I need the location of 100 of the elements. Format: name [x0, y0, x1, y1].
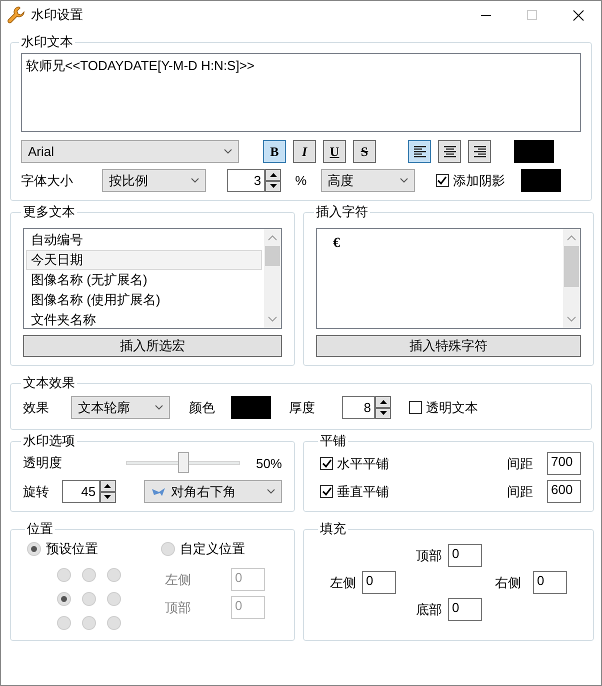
chevron-down-icon	[267, 489, 275, 494]
font-style-button[interactable]: S	[353, 140, 376, 163]
chevron-up-icon[interactable]	[268, 235, 277, 241]
field-label: 透明度	[23, 454, 63, 472]
radio-button[interactable]	[107, 568, 121, 582]
checkbox-label[interactable]: 水平平铺	[337, 454, 389, 472]
radio-button[interactable]	[57, 616, 71, 630]
radio-button[interactable]	[161, 542, 175, 556]
radio-button[interactable]	[107, 592, 121, 606]
insert-macro-button[interactable]: 插入所选宏	[23, 335, 282, 357]
spacing-field[interactable]: 700	[547, 452, 581, 475]
character-list[interactable]: €	[316, 228, 581, 329]
scrollbar-thumb[interactable]	[564, 246, 579, 287]
field-label: 左侧	[164, 570, 192, 588]
insert-character-button[interactable]: 插入特殊字符	[316, 335, 581, 357]
radio-label[interactable]: 预设位置	[46, 540, 98, 558]
scrollbar[interactable]	[563, 229, 580, 328]
caret-up-icon	[270, 172, 277, 177]
caret-down-icon	[380, 411, 386, 416]
rotation-field[interactable]: 45	[62, 480, 100, 503]
padding-field[interactable]: 0	[533, 571, 567, 594]
minimize-icon	[481, 14, 491, 16]
radio-label[interactable]: 自定义位置	[180, 540, 245, 558]
spin-up-button[interactable]	[265, 169, 282, 180]
checkbox-label[interactable]: 垂直平铺	[337, 482, 389, 500]
radio-button[interactable]	[27, 542, 41, 556]
caret-up-icon	[104, 484, 112, 488]
size-field[interactable]: 3	[227, 169, 266, 192]
chevron-down-icon	[224, 149, 232, 154]
scrollbar[interactable]	[264, 229, 281, 328]
group-title: 插入字符	[315, 203, 369, 221]
field-label: 顶部	[416, 546, 442, 564]
field-label: 厚度	[289, 398, 316, 416]
chevron-down-icon	[191, 178, 200, 183]
radio-button[interactable]	[107, 616, 121, 630]
group-title: 水印文本	[20, 33, 74, 51]
slider-thumb[interactable]	[178, 452, 189, 473]
align-button[interactable]	[438, 140, 461, 163]
padding-field[interactable]: 0	[362, 571, 396, 594]
color-swatch[interactable]	[514, 140, 554, 163]
checkbox-label[interactable]: 添加阴影	[452, 172, 505, 190]
checkmark-icon	[437, 176, 448, 185]
padding-field[interactable]: 0	[448, 598, 482, 621]
direction-dropdown[interactable]: 对角右下角	[144, 480, 282, 503]
spin-up-button[interactable]	[100, 480, 116, 492]
padding-field[interactable]: 0	[448, 544, 482, 567]
size-mode-dropdown[interactable]: 按比例	[102, 169, 206, 192]
radio-button[interactable]	[82, 592, 96, 606]
effect-dropdown[interactable]: 文本轮廓	[71, 396, 170, 419]
field-label: 间距	[507, 482, 533, 500]
radio-button[interactable]	[57, 592, 71, 606]
spacing-field[interactable]: 600	[547, 480, 581, 503]
align-button[interactable]	[468, 140, 491, 163]
spin-down-button[interactable]	[265, 180, 282, 192]
group-title: 文本效果	[22, 374, 76, 392]
group-title: 填充	[319, 520, 347, 538]
checkbox[interactable]	[320, 457, 333, 470]
list-item[interactable]: 自动编号	[26, 230, 262, 250]
spin-up-button[interactable]	[375, 396, 391, 408]
radio-button[interactable]	[57, 568, 71, 582]
opacity-reading: 50%	[256, 456, 282, 470]
color-swatch[interactable]	[520, 169, 561, 192]
font-style-button[interactable]: U	[323, 140, 346, 163]
opacity-slider[interactable]	[126, 452, 240, 474]
field-label: 效果	[23, 398, 50, 416]
unit-label: %	[295, 173, 307, 188]
font-dropdown[interactable]: Arial	[21, 140, 239, 163]
thickness-field[interactable]: 8	[342, 396, 375, 419]
font-style-button[interactable]: I	[293, 140, 316, 163]
radio-button[interactable]	[82, 616, 96, 630]
field-label: 间距	[507, 454, 533, 472]
spin-down-button[interactable]	[375, 408, 391, 419]
checkbox-label[interactable]: 透明文本	[426, 398, 478, 416]
checkbox[interactable]	[320, 485, 333, 498]
checkbox[interactable]	[409, 401, 422, 414]
chevron-up-icon[interactable]	[567, 235, 576, 241]
font-style-button[interactable]: B	[263, 140, 286, 163]
chevron-down-icon[interactable]	[567, 316, 576, 322]
field-label: 字体大小	[21, 172, 74, 190]
chevron-down-icon[interactable]	[268, 316, 277, 322]
chevron-down-icon	[400, 178, 408, 183]
align-right-icon	[472, 145, 488, 158]
list-item[interactable]: 图像名称 (使用扩展名)	[26, 290, 262, 310]
scrollbar-thumb[interactable]	[265, 246, 280, 266]
field-label: 左侧	[330, 574, 356, 592]
watermark-text-field[interactable]: 软师兄<<TODAYDATE[Y-M-D H:N:S]>>	[21, 53, 581, 132]
list-box[interactable]: 自动编号 今天日期 图像名称 (无扩展名) 图像名称 (使用扩展名) 文件夹名称	[23, 228, 282, 329]
caret-down-icon	[270, 184, 277, 188]
list-item[interactable]: 今天日期	[26, 250, 262, 270]
chevron-down-icon	[155, 405, 163, 410]
character-item[interactable]: €	[319, 230, 561, 252]
radio-button[interactable]	[82, 568, 96, 582]
list-item[interactable]: 文件夹名称	[26, 310, 262, 330]
list-item[interactable]: 图像名称 (无扩展名)	[26, 270, 262, 290]
field-label: 底部	[416, 600, 442, 618]
field-label: 旋转	[23, 482, 50, 500]
checkbox[interactable]	[436, 174, 449, 187]
color-swatch[interactable]	[231, 396, 271, 419]
size-basis-dropdown[interactable]: 高度	[320, 169, 415, 192]
align-button[interactable]	[408, 140, 431, 163]
